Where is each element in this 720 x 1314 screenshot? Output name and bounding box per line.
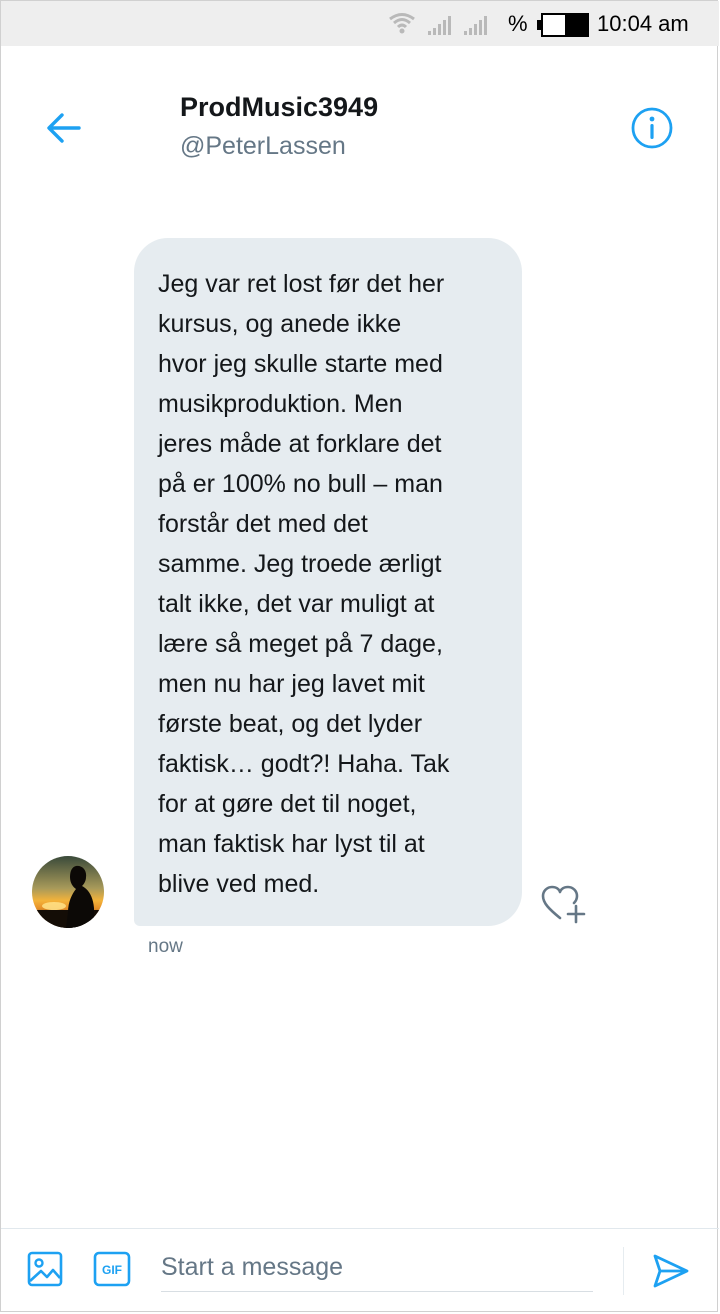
status-bar: % 10:04 am	[1, 1, 719, 46]
composer-divider	[623, 1247, 624, 1295]
conversation-title: ProdMusic3949	[180, 92, 379, 122]
battery-icon	[537, 13, 589, 37]
message-timestamp: now	[148, 936, 183, 957]
message-text: Jeg var ret lost før det her kursus, og …	[158, 270, 450, 898]
svg-text:GIF: GIF	[102, 1263, 122, 1277]
wifi-icon	[389, 13, 415, 34]
avatar[interactable]	[32, 856, 104, 928]
info-icon[interactable]	[630, 106, 674, 150]
status-time: 10:04 am	[597, 11, 689, 36]
signal-icon	[464, 16, 487, 35]
send-icon[interactable]	[651, 1251, 691, 1291]
message-bubble: Jeg var ret lost før det her kursus, og …	[134, 238, 522, 926]
conversation-handle: @PeterLassen	[180, 132, 346, 160]
gif-icon[interactable]: GIF	[93, 1251, 131, 1287]
signal-icon	[428, 16, 451, 35]
arrow-left-icon[interactable]	[44, 108, 84, 148]
heart-add-icon[interactable]	[540, 884, 586, 926]
message-input[interactable]	[161, 1243, 593, 1292]
message-composer: GIF	[1, 1228, 719, 1313]
battery-percent: %	[508, 11, 528, 36]
image-icon[interactable]	[27, 1251, 63, 1287]
